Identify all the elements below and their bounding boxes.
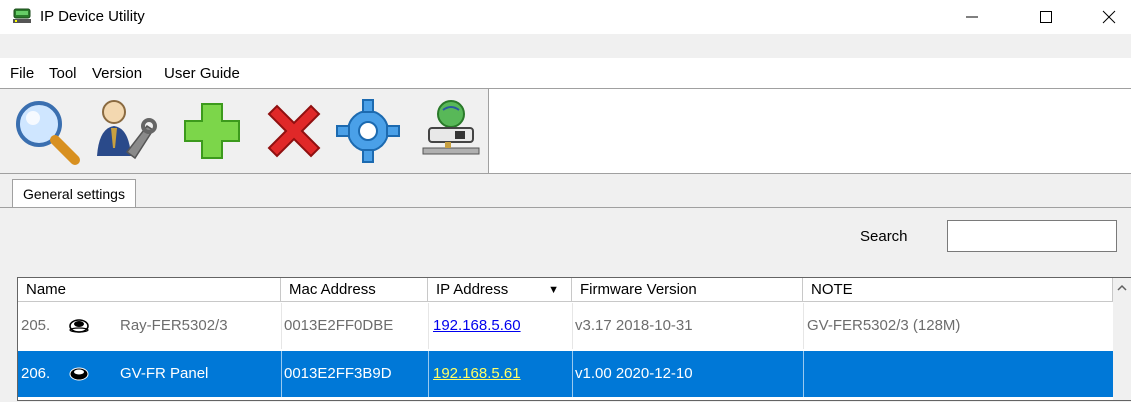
sort-descending-icon: ▼ bbox=[548, 284, 559, 296]
window-title: IP Device Utility bbox=[40, 8, 145, 25]
panel-device-icon bbox=[69, 367, 89, 381]
column-divider bbox=[803, 351, 804, 397]
device-table: Name Mac Address IP Address ▼ Firmware V… bbox=[17, 277, 1131, 401]
scroll-up-icon[interactable] bbox=[1117, 284, 1127, 292]
delete-icon bbox=[267, 104, 321, 158]
maximize-icon bbox=[1040, 11, 1052, 23]
menu-user-guide[interactable]: User Guide bbox=[164, 65, 240, 82]
ip-address-link[interactable]: 192.168.5.61 bbox=[433, 351, 521, 397]
menu-tool[interactable]: Tool bbox=[49, 65, 77, 82]
table-row-selected[interactable]: 206. GV-FR Panel 0013E2FF3B9D 192.168.5.… bbox=[18, 351, 1113, 397]
toolbar-empty-area bbox=[489, 88, 1131, 174]
minimize-button[interactable] bbox=[950, 0, 994, 34]
column-header-name[interactable]: Name bbox=[18, 278, 281, 302]
title-bar: IP Device Utility bbox=[0, 0, 1131, 34]
delete-button[interactable] bbox=[258, 93, 330, 169]
search-devices-icon bbox=[16, 101, 80, 165]
column-divider bbox=[281, 303, 282, 349]
settings-button[interactable] bbox=[332, 93, 404, 169]
table-row[interactable]: 205. Ray-FER5302/3 0013E2FF0DBE 192.168.… bbox=[18, 303, 1113, 349]
row-index: 205. bbox=[21, 317, 51, 334]
add-button[interactable] bbox=[176, 93, 248, 169]
row-index: 206. bbox=[21, 365, 51, 382]
maximize-button[interactable] bbox=[1024, 0, 1068, 34]
column-divider bbox=[428, 303, 429, 349]
menu-file[interactable]: File bbox=[10, 65, 34, 82]
column-header-mac-address[interactable]: Mac Address bbox=[281, 278, 428, 302]
column-header-note[interactable]: NOTE bbox=[803, 278, 1113, 302]
dome-camera-icon bbox=[69, 319, 89, 333]
search-devices-button[interactable] bbox=[10, 93, 82, 169]
network-connection-icon bbox=[422, 100, 480, 155]
vertical-scrollbar[interactable] bbox=[1113, 278, 1131, 400]
mac-address: 0013E2FF0DBE bbox=[284, 317, 394, 334]
search-input[interactable] bbox=[947, 220, 1117, 252]
menu-bar: File Tool Version User Guide bbox=[0, 58, 1131, 88]
mac-address: 0013E2FF3B9D bbox=[284, 365, 392, 382]
column-header-firmware-version[interactable]: Firmware Version bbox=[572, 278, 803, 302]
tab-general-settings[interactable]: General settings bbox=[12, 179, 136, 208]
column-header-ip-address-label: IP Address bbox=[436, 281, 509, 298]
column-divider bbox=[572, 351, 573, 397]
column-divider bbox=[572, 303, 573, 349]
column-divider bbox=[281, 351, 282, 397]
column-divider bbox=[803, 303, 804, 349]
firmware-version: v1.00 2020-12-10 bbox=[575, 365, 693, 382]
add-icon bbox=[184, 103, 240, 159]
ip-address-link[interactable]: 192.168.5.60 bbox=[433, 303, 521, 349]
search-label: Search bbox=[860, 228, 908, 245]
column-divider bbox=[428, 351, 429, 397]
user-settings-button[interactable] bbox=[88, 93, 160, 169]
firmware-version: v3.17 2018-10-31 bbox=[575, 317, 693, 334]
gear-icon bbox=[336, 99, 400, 163]
column-header-ip-address[interactable]: IP Address ▼ bbox=[428, 278, 572, 302]
device-name: GV-FR Panel bbox=[120, 365, 209, 382]
toolbar bbox=[0, 88, 489, 174]
close-icon bbox=[1102, 10, 1116, 24]
close-button[interactable] bbox=[1087, 0, 1131, 34]
network-connection-button[interactable] bbox=[414, 93, 486, 169]
minimize-icon bbox=[966, 16, 978, 18]
network-device-icon bbox=[13, 8, 31, 23]
note: GV-FER5302/3 (128M) bbox=[807, 317, 961, 334]
device-name: Ray-FER5302/3 bbox=[120, 317, 228, 334]
user-settings-icon bbox=[97, 100, 157, 160]
menu-version[interactable]: Version bbox=[92, 65, 142, 82]
